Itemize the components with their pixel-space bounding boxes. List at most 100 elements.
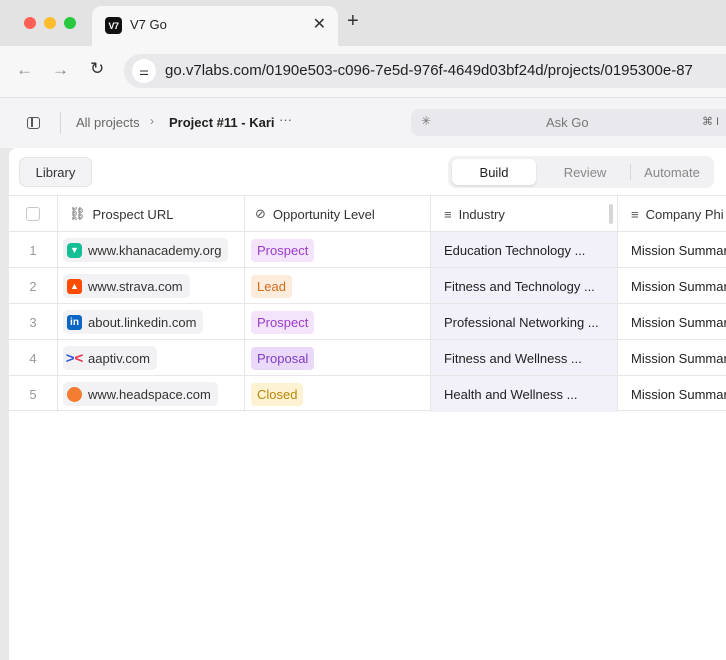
column-header-prospect-url[interactable]: ⛓ Prospect URL <box>58 196 245 232</box>
opportunity-tag: Prospect <box>251 238 315 262</box>
prospect-url-cell[interactable]: ▲ www.strava.com <box>58 268 245 304</box>
ask-go-placeholder: Ask Go <box>546 115 589 130</box>
v7-favicon-icon: V7 <box>105 17 122 34</box>
opportunity-level-cell[interactable]: Proposal <box>245 340 431 376</box>
column-header-company-phi[interactable]: ≡ Company Phi <box>618 196 726 232</box>
row-number: 2 <box>9 268 58 304</box>
column-header-opportunity-level[interactable]: ⊘ Opportunity Level <box>245 196 431 232</box>
opportunity-tag: Prospect <box>251 310 315 334</box>
opportunity-tag: Lead <box>251 274 292 298</box>
column-header-label: Industry <box>458 206 505 222</box>
tab-review[interactable]: Review <box>540 159 630 185</box>
industry-cell[interactable]: Education Technology ... <box>431 232 618 268</box>
headspace-icon <box>67 386 82 402</box>
company-phi-cell[interactable]: Mission Summar <box>618 268 726 304</box>
table-row[interactable]: 1 ▼ www.khanacademy.org Prospect Educati… <box>9 231 726 268</box>
url-chip-text: www.headspace.com <box>88 386 211 402</box>
table-header-row: ⛓ Prospect URL ⊘ Opportunity Level ≡ Ind… <box>9 195 726 232</box>
url-chip[interactable]: www.headspace.com <box>63 382 218 406</box>
row-number: 3 <box>9 304 58 340</box>
url-text: go.v7labs.com/0190e503-c096-7e5d-976f-46… <box>165 62 693 79</box>
browser-tab[interactable]: V7 V7 Go ✕ <box>92 6 338 46</box>
opportunity-level-cell[interactable]: Lead <box>245 268 431 304</box>
url-chip-text: aaptiv.com <box>88 350 150 366</box>
text-lines-icon: ≡ <box>631 206 639 222</box>
industry-cell[interactable]: Professional Networking ... <box>431 304 618 340</box>
tab-title: V7 Go <box>130 17 167 32</box>
opportunity-tag: Proposal <box>251 346 315 370</box>
tab-build[interactable]: Build <box>452 159 536 185</box>
industry-cell[interactable]: Fitness and Technology ... <box>431 268 618 304</box>
url-chip[interactable]: > < aaptiv.com <box>63 346 157 370</box>
breadcrumb-current-project[interactable]: Project #11 - Kari <box>169 115 275 130</box>
reload-icon[interactable]: ↻ <box>90 59 104 79</box>
mode-switcher: Build Review Automate <box>448 156 714 188</box>
check-circle-icon: ⊘ <box>255 206 266 221</box>
column-header-industry[interactable]: ≡ Industry <box>431 196 618 232</box>
new-tab-icon[interactable]: + <box>347 10 359 33</box>
ask-go-input[interactable]: ✳ Ask Go ⌘ I <box>411 109 726 136</box>
segment-divider <box>630 164 631 180</box>
linkedin-icon: in <box>67 314 82 330</box>
breadcrumb-all-projects[interactable]: All projects <box>76 115 140 130</box>
browser-tab-strip: V7 V7 Go ✕ + <box>0 0 726 46</box>
sidebar-toggle-icon[interactable] <box>27 117 40 129</box>
opportunity-tag: Closed <box>251 382 304 406</box>
address-bar[interactable]: ⚌ go.v7labs.com/0190e503-c096-7e5d-976f-… <box>124 54 726 88</box>
company-phi-cell[interactable]: Mission Summar <box>618 232 726 268</box>
opportunity-level-cell[interactable]: Prospect <box>245 232 431 268</box>
select-all-cell[interactable] <box>9 196 58 232</box>
column-header-label: Company Phi <box>645 206 724 222</box>
ask-go-shortcut: ⌘ I <box>702 116 720 128</box>
row-number: 1 <box>9 232 58 268</box>
browser-toolbar: ← → ↻ ⚌ go.v7labs.com/0190e503-c096-7e5d… <box>0 46 726 98</box>
prospect-url-cell[interactable]: in about.linkedin.com <box>58 304 245 340</box>
column-resize-handle[interactable] <box>609 204 613 224</box>
opportunity-level-cell[interactable]: Closed <box>245 376 431 412</box>
prospect-url-cell[interactable]: > < aaptiv.com <box>58 340 245 376</box>
table-row[interactable]: 5 www.headspace.com Closed Health and We… <box>9 375 726 412</box>
url-chip-text: www.khanacademy.org <box>88 242 222 258</box>
main-panel: Library Build Review Automate ⛓ Prospect… <box>9 148 726 660</box>
prospect-url-cell[interactable]: www.headspace.com <box>58 376 245 412</box>
table-row[interactable]: 4 > < aaptiv.com Proposal Fitness and Wel… <box>9 339 726 376</box>
url-chip-text: about.linkedin.com <box>88 314 197 330</box>
url-chip-text: www.strava.com <box>88 278 183 294</box>
aaptiv-icon: > < <box>65 349 84 367</box>
tab-close-icon[interactable]: ✕ <box>313 14 326 34</box>
select-all-checkbox[interactable] <box>26 207 40 221</box>
chevron-right-icon: › <box>150 114 154 128</box>
khanacademy-icon: ▼ <box>67 242 82 258</box>
company-phi-cell[interactable]: Mission Summar <box>618 376 726 412</box>
industry-cell[interactable]: Health and Wellness ... <box>431 376 618 412</box>
row-number: 5 <box>9 376 58 412</box>
url-chip[interactable]: in about.linkedin.com <box>63 310 204 334</box>
link-icon: ⛓ <box>69 206 86 221</box>
library-button[interactable]: Library <box>19 157 92 187</box>
window-minimize-button[interactable] <box>44 17 56 29</box>
column-header-label: Opportunity Level <box>272 206 375 222</box>
window-zoom-button[interactable] <box>64 17 76 29</box>
row-number: 4 <box>9 340 58 376</box>
opportunity-level-cell[interactable]: Prospect <box>245 304 431 340</box>
industry-cell[interactable]: Fitness and Wellness ... <box>431 340 618 376</box>
back-arrow-icon[interactable]: ← <box>16 60 33 80</box>
header-divider <box>60 112 61 134</box>
more-options-icon[interactable]: ··· <box>279 112 292 127</box>
text-lines-icon: ≡ <box>444 206 452 222</box>
url-chip[interactable]: ▲ www.strava.com <box>63 274 190 298</box>
column-header-label: Prospect URL <box>92 206 174 222</box>
app-header: All projects › Project #11 - Kari ··· ✳ … <box>0 98 726 148</box>
prospect-url-cell[interactable]: ▼ www.khanacademy.org <box>58 232 245 268</box>
strava-icon: ▲ <box>67 278 82 294</box>
table-row[interactable]: 3 in about.linkedin.com Prospect Profess… <box>9 303 726 340</box>
tab-automate[interactable]: Automate <box>634 159 710 185</box>
company-phi-cell[interactable]: Mission Summar <box>618 340 726 376</box>
company-phi-cell[interactable]: Mission Summar <box>618 304 726 340</box>
site-info-icon[interactable]: ⚌ <box>132 59 156 83</box>
window-close-button[interactable] <box>24 17 36 29</box>
forward-arrow-icon[interactable]: → <box>52 60 69 80</box>
table-row[interactable]: 2 ▲ www.strava.com Lead Fitness and Tech… <box>9 267 726 304</box>
url-chip[interactable]: ▼ www.khanacademy.org <box>63 238 229 262</box>
sparkle-icon: ✳ <box>421 114 432 128</box>
